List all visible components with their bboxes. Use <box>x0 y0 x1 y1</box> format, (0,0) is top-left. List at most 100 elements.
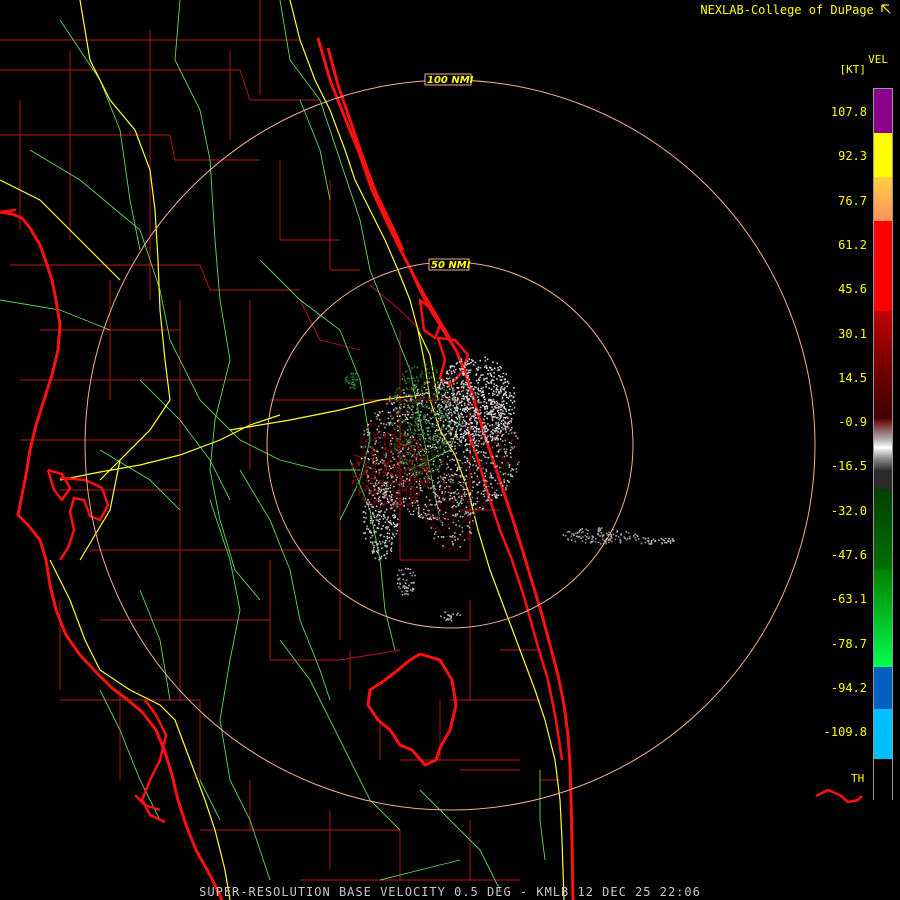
echo-pixel <box>406 590 409 592</box>
echo-pixel <box>457 538 459 540</box>
echo-pixel <box>409 439 411 442</box>
county-line <box>279 160 340 241</box>
echo-pixel <box>496 426 498 429</box>
corner-arrow-icon <box>881 4 891 14</box>
barrier-island-north <box>326 47 405 251</box>
echo-pixel <box>400 436 403 439</box>
echo-pixel <box>496 362 498 365</box>
echo-pixel <box>470 426 472 428</box>
echo-pixel <box>378 425 380 428</box>
echo-pixel <box>510 432 513 434</box>
echo-pixel <box>427 475 430 477</box>
legend-tick-label: 107.8 <box>830 105 867 119</box>
echo-pixel <box>427 507 429 509</box>
echo-pixel <box>619 541 622 544</box>
echo-pixel <box>432 438 434 440</box>
echo-pixel <box>422 365 424 367</box>
echo-pixel <box>437 542 439 545</box>
echo-pixel <box>448 450 451 452</box>
echo-pixel <box>472 486 474 488</box>
echo-pixel <box>426 472 429 474</box>
echo-pixel <box>403 419 405 422</box>
echo-pixel <box>390 499 393 501</box>
echo-pixel <box>468 408 470 410</box>
road-line <box>0 299 111 331</box>
echo-pixel <box>459 533 462 536</box>
echo-pixel <box>406 480 408 483</box>
echo-pixel <box>587 537 589 540</box>
echo-pixel <box>367 438 369 441</box>
echo-pixel <box>379 506 381 508</box>
echo-pixel <box>483 440 485 443</box>
echo-pixel <box>449 535 451 538</box>
echo-pixel <box>472 406 474 409</box>
echo-pixel <box>416 494 418 497</box>
echo-pixel <box>495 437 498 439</box>
echo-pixel <box>443 415 446 417</box>
echo-pixel <box>507 438 509 440</box>
echo-pixel <box>418 395 420 397</box>
echo-pixel <box>416 440 418 442</box>
echo-pixel <box>414 493 416 496</box>
echo-pixel <box>394 397 396 400</box>
echo-pixel <box>480 459 483 462</box>
echo-pixel <box>399 406 402 409</box>
echo-pixel <box>405 370 408 372</box>
echo-pixel <box>367 434 369 436</box>
echo-pixel <box>513 392 516 395</box>
echo-pixel <box>619 540 621 542</box>
echo-pixel <box>475 508 477 510</box>
echo-pixel <box>482 493 485 496</box>
echo-pixel <box>396 443 399 446</box>
echo-pixel <box>635 539 637 541</box>
echo-pixel <box>483 378 485 380</box>
echo-pixel <box>394 395 397 397</box>
echo-pixel <box>424 399 427 402</box>
echo-pixel <box>396 450 398 452</box>
echo-pixel <box>429 430 432 432</box>
echo-pixel <box>461 495 463 498</box>
echo-pixel <box>466 415 468 418</box>
echo-pixel <box>452 427 454 429</box>
echo-pixel <box>507 433 510 435</box>
echo-pixel <box>421 370 423 372</box>
echo-pixel <box>436 456 439 458</box>
echo-pixel <box>505 452 507 455</box>
echo-pixel <box>398 471 401 474</box>
echo-pixel <box>417 462 419 465</box>
echo-pixel <box>507 397 510 399</box>
echo-pixel <box>471 385 473 388</box>
echo-pixel <box>435 395 437 397</box>
echo-pixel <box>410 582 413 584</box>
echo-pixel <box>499 471 502 473</box>
echo-pixel <box>587 529 589 532</box>
echo-pixel <box>388 536 390 539</box>
echo-pixel <box>419 443 422 446</box>
echo-pixel <box>485 377 488 380</box>
echo-pixel <box>432 508 435 511</box>
echo-pixel <box>392 456 394 459</box>
echo-pixel <box>370 467 372 470</box>
echo-pixel <box>384 482 387 484</box>
echo-pixel <box>500 386 502 389</box>
echo-pixel <box>483 418 485 421</box>
echo-pixel <box>386 550 388 553</box>
echo-pixel <box>387 477 389 479</box>
echo-pixel <box>418 378 420 381</box>
echo-pixel <box>377 519 379 522</box>
echo-pixel <box>452 394 454 397</box>
echo-pixel <box>368 433 371 436</box>
echo-pixel <box>472 433 474 435</box>
echo-pixel <box>435 468 438 471</box>
echo-pixel <box>409 428 412 430</box>
echo-pixel <box>471 456 474 458</box>
echo-pixel <box>401 590 403 593</box>
echo-pixel <box>389 519 392 522</box>
echo-pixel <box>443 476 446 479</box>
echo-pixel <box>408 411 411 414</box>
echo-pixel <box>384 435 386 438</box>
echo-pixel <box>422 514 424 517</box>
echo-pixel <box>411 456 413 458</box>
echo-pixel <box>493 390 495 393</box>
echo-pixel <box>453 513 455 515</box>
